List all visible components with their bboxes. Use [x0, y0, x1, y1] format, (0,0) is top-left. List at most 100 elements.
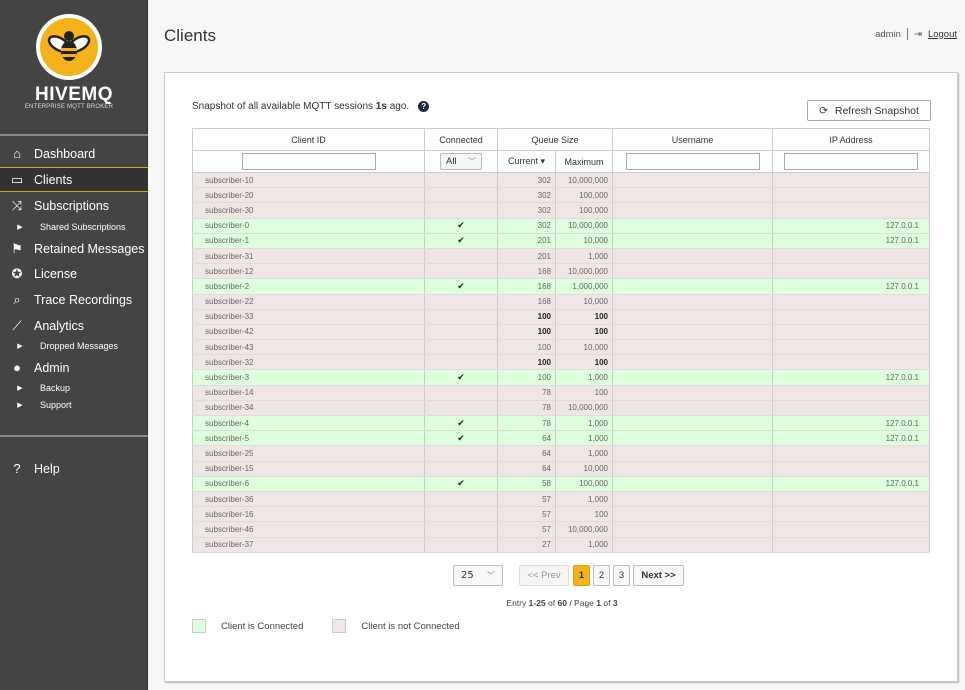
client-id-cell[interactable]: subscriber-5 — [192, 430, 425, 447]
col-current[interactable]: Current ▾ — [497, 150, 556, 173]
next-page-button[interactable]: Next >> — [633, 565, 684, 586]
table-row[interactable]: subscriber-2 ✔ 168 1,000,000 127.0.0.1 — [192, 278, 930, 295]
table-row[interactable]: subscriber-6 ✔ 58 100,000 127.0.0.1 — [192, 476, 930, 492]
table-row[interactable]: subscriber-34 78 10,000,000 — [192, 400, 930, 417]
question-circle-icon[interactable]: ? — [418, 101, 430, 112]
page-1-button[interactable]: 1 — [573, 565, 590, 586]
table-row[interactable]: subscriber-15 64 10,000 — [192, 461, 930, 477]
page-2-button[interactable]: 2 — [593, 565, 610, 586]
queue-maximum-cell: 1,000 — [555, 491, 613, 508]
snapshot-suffix: ago. — [389, 101, 410, 112]
sidebar-item-backup[interactable]: ▶ Backup — [0, 380, 148, 396]
client-id-cell[interactable]: subscriber-1 — [192, 233, 425, 249]
connected-filter-select[interactable]: All ﹀ — [440, 153, 482, 170]
table-row[interactable]: subscriber-43 100 10,000 — [192, 339, 930, 356]
table-row[interactable]: subscriber-36 57 1,000 — [192, 491, 930, 508]
table-row[interactable]: subscriber-10 302 10,000,000 — [192, 172, 930, 189]
snapshot-age: 1s — [375, 101, 387, 112]
client-id-cell[interactable]: subscriber-2 — [192, 278, 425, 295]
client-id-cell[interactable]: subscriber-37 — [192, 537, 425, 553]
table-row[interactable]: subscriber-5 ✔ 64 1,000 127.0.0.1 — [192, 430, 930, 447]
client-id-cell[interactable]: subscriber-6 — [192, 476, 425, 492]
sidebar-item-trace-recordings[interactable]: ⌕ Trace Recordings — [0, 287, 148, 312]
table-row[interactable]: subscriber-4 ✔ 78 1,000 127.0.0.1 — [192, 415, 930, 432]
sidebar-item-help[interactable]: ? Help — [0, 456, 148, 481]
client-id-cell[interactable]: subscriber-31 — [192, 248, 425, 265]
sidebar-item-shared-subscriptions[interactable]: ▶ Shared Subscriptions — [0, 219, 148, 235]
table-row[interactable]: subscriber-30 302 100,000 — [192, 202, 930, 219]
table-row[interactable]: subscriber-42 100 100 — [192, 324, 930, 341]
client-id-cell[interactable]: subscriber-0 — [192, 218, 425, 234]
client-id-cell[interactable]: subscriber-20 — [192, 187, 425, 204]
table-row[interactable]: subscriber-33 100 100 — [192, 309, 930, 325]
client-id-cell[interactable]: subscriber-33 — [192, 309, 425, 325]
client-id-cell[interactable]: subscriber-30 — [192, 202, 425, 219]
queue-maximum-cell: 100 — [555, 309, 613, 325]
table-row[interactable]: subscriber-0 ✔ 302 10,000,000 127.0.0.1 — [192, 218, 930, 234]
client-id-cell[interactable]: subscriber-10 — [192, 172, 425, 189]
client-id-cell[interactable]: subscriber-16 — [192, 506, 425, 523]
queue-current-cell: 57 — [497, 506, 556, 523]
table-row[interactable]: subscriber-46 57 10,000,000 — [192, 521, 930, 538]
table-row[interactable]: subscriber-12 168 10,000,000 — [192, 263, 930, 280]
client-id-cell[interactable]: subscriber-22 — [192, 294, 425, 310]
table-row[interactable]: subscriber-31 201 1,000 — [192, 248, 930, 265]
sidebar-item-analytics[interactable]: ⟋ Analytics — [0, 313, 148, 338]
sidebar-item-clients[interactable]: ▭ Clients — [0, 167, 148, 192]
table-row[interactable]: subscriber-32 100 100 — [192, 354, 930, 371]
col-connected[interactable]: Connected — [424, 128, 498, 151]
sidebar-item-license[interactable]: ✪ License — [0, 261, 148, 286]
home-icon: ⌂ — [13, 146, 21, 161]
page-size-select[interactable]: 25 ﹀ — [453, 565, 503, 586]
client-id-cell[interactable]: subscriber-32 — [192, 354, 425, 371]
table-row[interactable]: subscriber-16 57 100 — [192, 506, 930, 523]
hivemq-logo[interactable]: HIVEMQ ENTERPRISE MQTT BROKER — [0, 0, 148, 130]
username-cell — [612, 537, 773, 553]
sidebar-item-label: Dashboard — [34, 146, 96, 161]
sidebar-item-admin[interactable]: ● Admin — [0, 355, 148, 380]
client-id-cell[interactable]: subscriber-3 — [192, 369, 425, 386]
table-row[interactable]: subscriber-22 168 10,000 — [192, 294, 930, 310]
sidebar-item-support[interactable]: ▶ Support — [0, 397, 148, 413]
user-icon: ● — [13, 360, 21, 375]
table-row[interactable]: subscriber-1 ✔ 201 10,000 127.0.0.1 — [192, 233, 930, 249]
client-id-cell[interactable]: subscriber-36 — [192, 491, 425, 508]
page-3-button[interactable]: 3 — [613, 565, 630, 586]
username-filter-input[interactable] — [625, 153, 760, 170]
connected-cell — [424, 354, 498, 371]
table-row[interactable]: subscriber-3 ✔ 100 1,000 127.0.0.1 — [192, 369, 930, 386]
client-id-cell[interactable]: subscriber-4 — [192, 415, 425, 432]
client-id-cell[interactable]: subscriber-42 — [192, 324, 425, 341]
client-id-cell[interactable]: subscriber-46 — [192, 521, 425, 538]
table-row[interactable]: subscriber-37 27 1,000 — [192, 537, 930, 553]
page-size-value: 25 — [461, 570, 474, 581]
queue-current-cell: 100 — [497, 369, 556, 386]
client-id-filter-input[interactable] — [241, 153, 376, 170]
queue-current-cell: 78 — [497, 400, 556, 417]
col-client-id[interactable]: Client ID — [192, 128, 425, 151]
client-id-cell[interactable]: subscriber-15 — [192, 461, 425, 477]
client-id-cell[interactable]: subscriber-25 — [192, 445, 425, 462]
flag-icon: ⚑ — [11, 240, 23, 256]
col-ip-address[interactable]: IP Address — [772, 128, 930, 151]
sidebar-item-subscriptions[interactable]: ⤨ Subscriptions — [0, 193, 148, 218]
refresh-icon: ⟳ — [819, 104, 828, 117]
client-id-cell[interactable]: subscriber-43 — [192, 339, 425, 356]
connected-cell — [424, 309, 498, 325]
client-id-cell[interactable]: subscriber-12 — [192, 263, 425, 280]
ip-filter-input[interactable] — [784, 153, 918, 170]
sidebar-item-dashboard[interactable]: ⌂ Dashboard — [0, 141, 148, 166]
table-row[interactable]: subscriber-20 302 100,000 — [192, 187, 930, 204]
table-row[interactable]: subscriber-25 64 1,000 — [192, 445, 930, 462]
col-username[interactable]: Username — [612, 128, 773, 151]
sidebar-item-retained-messages[interactable]: ⚑ Retained Messages — [0, 236, 148, 261]
prev-page-button[interactable]: << Prev — [519, 565, 569, 586]
entry-range: 1-25 — [528, 598, 546, 608]
sidebar-item-dropped-messages[interactable]: ▶ Dropped Messages — [0, 338, 148, 354]
logout-link[interactable]: Logout — [928, 29, 957, 40]
client-id-cell[interactable]: subscriber-14 — [192, 385, 425, 401]
col-maximum[interactable]: Maximum — [555, 150, 613, 173]
table-row[interactable]: subscriber-14 78 100 — [192, 385, 930, 401]
client-id-cell[interactable]: subscriber-34 — [192, 400, 425, 417]
refresh-snapshot-button[interactable]: ⟳ Refresh Snapshot — [807, 100, 931, 121]
